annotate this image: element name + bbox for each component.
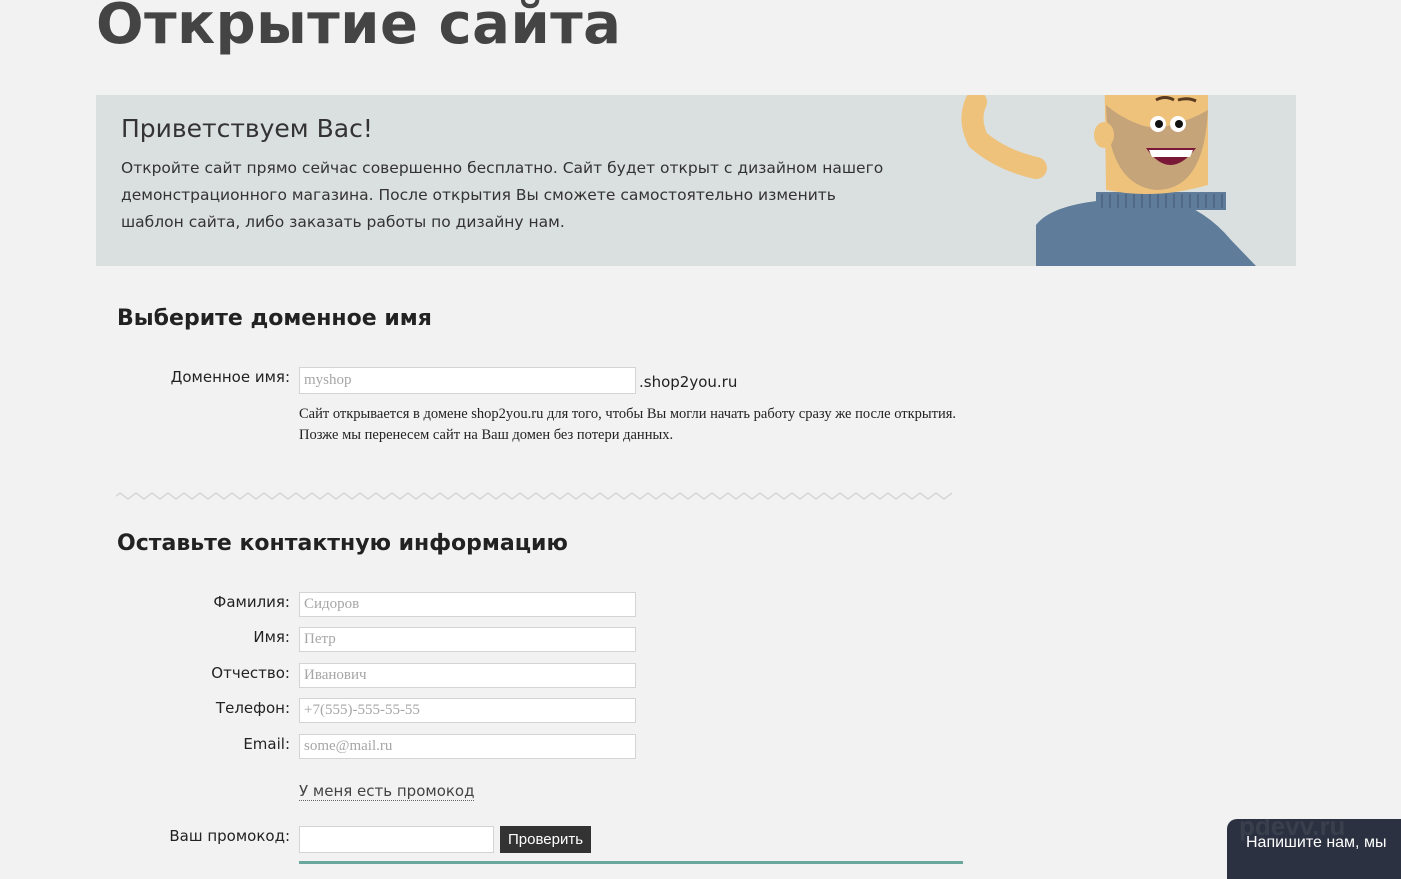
phone-input[interactable]: [299, 698, 636, 723]
domain-suffix: .shop2you.ru: [639, 373, 738, 391]
welcome-text: Откройте сайт прямо сейчас совершенно бе…: [121, 159, 884, 231]
promo-code-label: Ваш промокод:: [169, 827, 290, 845]
page-title: Открытие сайта: [96, 0, 622, 57]
domain-label: Доменное имя:: [170, 368, 290, 386]
chat-widget[interactable]: pdevv.ru Напишите нам, мы: [1227, 811, 1401, 879]
check-promo-button[interactable]: Проверить: [500, 826, 592, 853]
domain-section-title: Выберите доменное имя: [117, 306, 432, 331]
domain-hint: Сайт открывается в домене shop2you.ru дл…: [299, 406, 957, 443]
middlename-label: Отчество:: [211, 664, 290, 682]
phone-label: Телефон:: [215, 699, 290, 717]
firstname-input[interactable]: [299, 627, 636, 652]
mascot-illustration: [961, 95, 1256, 266]
email-input[interactable]: [299, 734, 636, 759]
wavy-divider: [116, 492, 952, 500]
firstname-label: Имя:: [253, 628, 290, 646]
welcome-banner: Приветствуем Вас! Откройте сайт прямо се…: [96, 95, 1296, 266]
middlename-input[interactable]: [299, 663, 636, 688]
email-label: Email:: [243, 735, 290, 753]
contact-section-title: Оставьте контактную информацию: [117, 531, 568, 556]
lastname-input[interactable]: [299, 592, 636, 617]
promo-code-input[interactable]: [299, 826, 494, 853]
domain-input[interactable]: [299, 367, 636, 394]
welcome-heading: Приветствуем Вас!: [121, 114, 373, 143]
lastname-label: Фамилия:: [213, 593, 290, 611]
promo-code-link[interactable]: У меня есть промокод: [299, 782, 475, 801]
chat-widget-label: Напишите нам, мы: [1246, 834, 1387, 851]
